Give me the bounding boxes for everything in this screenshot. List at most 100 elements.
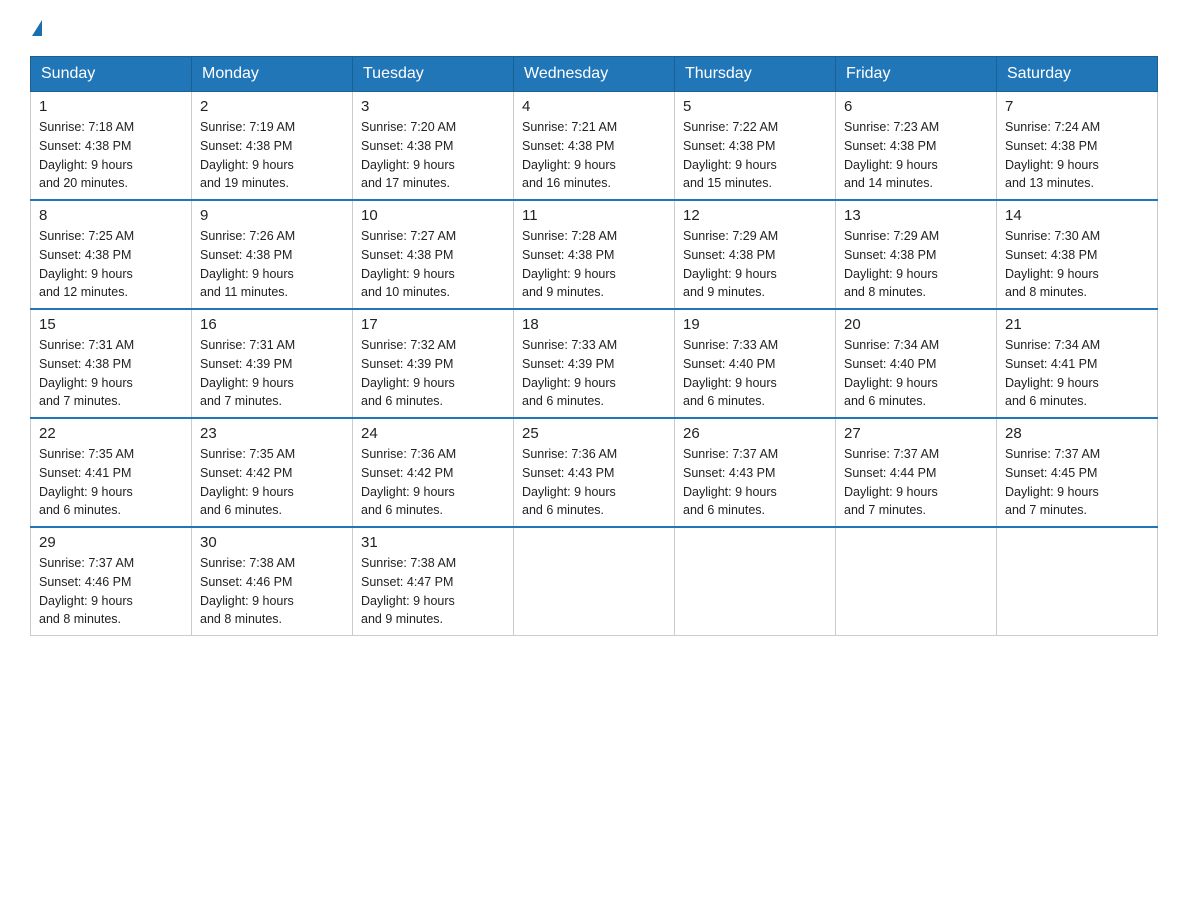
day-cell: 6 Sunrise: 7:23 AM Sunset: 4:38 PM Dayli… — [836, 92, 997, 201]
day-number: 25 — [522, 425, 666, 442]
day-number: 4 — [522, 98, 666, 115]
day-info: Sunrise: 7:34 AM Sunset: 4:40 PM Dayligh… — [844, 336, 988, 411]
day-number: 8 — [39, 207, 183, 224]
week-row-2: 8 Sunrise: 7:25 AM Sunset: 4:38 PM Dayli… — [31, 200, 1158, 309]
week-row-1: 1 Sunrise: 7:18 AM Sunset: 4:38 PM Dayli… — [31, 92, 1158, 201]
day-info: Sunrise: 7:35 AM Sunset: 4:41 PM Dayligh… — [39, 445, 183, 520]
day-cell: 3 Sunrise: 7:20 AM Sunset: 4:38 PM Dayli… — [353, 92, 514, 201]
header-sunday: Sunday — [31, 57, 192, 92]
day-cell: 11 Sunrise: 7:28 AM Sunset: 4:38 PM Dayl… — [514, 200, 675, 309]
day-number: 31 — [361, 534, 505, 551]
header-friday: Friday — [836, 57, 997, 92]
day-cell: 7 Sunrise: 7:24 AM Sunset: 4:38 PM Dayli… — [997, 92, 1158, 201]
day-cell: 10 Sunrise: 7:27 AM Sunset: 4:38 PM Dayl… — [353, 200, 514, 309]
day-cell: 25 Sunrise: 7:36 AM Sunset: 4:43 PM Dayl… — [514, 418, 675, 527]
day-cell: 30 Sunrise: 7:38 AM Sunset: 4:46 PM Dayl… — [192, 527, 353, 636]
day-cell: 18 Sunrise: 7:33 AM Sunset: 4:39 PM Dayl… — [514, 309, 675, 418]
day-info: Sunrise: 7:37 AM Sunset: 4:46 PM Dayligh… — [39, 554, 183, 629]
day-info: Sunrise: 7:36 AM Sunset: 4:42 PM Dayligh… — [361, 445, 505, 520]
day-cell: 9 Sunrise: 7:26 AM Sunset: 4:38 PM Dayli… — [192, 200, 353, 309]
day-number: 6 — [844, 98, 988, 115]
day-info: Sunrise: 7:29 AM Sunset: 4:38 PM Dayligh… — [844, 227, 988, 302]
day-info: Sunrise: 7:38 AM Sunset: 4:47 PM Dayligh… — [361, 554, 505, 629]
week-row-3: 15 Sunrise: 7:31 AM Sunset: 4:38 PM Dayl… — [31, 309, 1158, 418]
day-info: Sunrise: 7:37 AM Sunset: 4:43 PM Dayligh… — [683, 445, 827, 520]
day-cell — [675, 527, 836, 636]
day-number: 12 — [683, 207, 827, 224]
day-number: 18 — [522, 316, 666, 333]
header-saturday: Saturday — [997, 57, 1158, 92]
calendar-table: SundayMondayTuesdayWednesdayThursdayFrid… — [30, 56, 1158, 636]
header-monday: Monday — [192, 57, 353, 92]
logo-triangle-icon — [32, 20, 42, 36]
day-number: 2 — [200, 98, 344, 115]
day-cell: 17 Sunrise: 7:32 AM Sunset: 4:39 PM Dayl… — [353, 309, 514, 418]
day-cell: 5 Sunrise: 7:22 AM Sunset: 4:38 PM Dayli… — [675, 92, 836, 201]
logo — [30, 20, 42, 36]
day-cell: 19 Sunrise: 7:33 AM Sunset: 4:40 PM Dayl… — [675, 309, 836, 418]
day-cell: 12 Sunrise: 7:29 AM Sunset: 4:38 PM Dayl… — [675, 200, 836, 309]
day-cell: 8 Sunrise: 7:25 AM Sunset: 4:38 PM Dayli… — [31, 200, 192, 309]
day-cell: 22 Sunrise: 7:35 AM Sunset: 4:41 PM Dayl… — [31, 418, 192, 527]
week-row-5: 29 Sunrise: 7:37 AM Sunset: 4:46 PM Dayl… — [31, 527, 1158, 636]
day-number: 21 — [1005, 316, 1149, 333]
day-info: Sunrise: 7:22 AM Sunset: 4:38 PM Dayligh… — [683, 118, 827, 193]
day-info: Sunrise: 7:37 AM Sunset: 4:45 PM Dayligh… — [1005, 445, 1149, 520]
day-info: Sunrise: 7:33 AM Sunset: 4:39 PM Dayligh… — [522, 336, 666, 411]
day-info: Sunrise: 7:26 AM Sunset: 4:38 PM Dayligh… — [200, 227, 344, 302]
day-number: 9 — [200, 207, 344, 224]
day-info: Sunrise: 7:31 AM Sunset: 4:38 PM Dayligh… — [39, 336, 183, 411]
day-number: 30 — [200, 534, 344, 551]
day-number: 5 — [683, 98, 827, 115]
day-cell: 28 Sunrise: 7:37 AM Sunset: 4:45 PM Dayl… — [997, 418, 1158, 527]
day-number: 28 — [1005, 425, 1149, 442]
day-info: Sunrise: 7:33 AM Sunset: 4:40 PM Dayligh… — [683, 336, 827, 411]
day-info: Sunrise: 7:24 AM Sunset: 4:38 PM Dayligh… — [1005, 118, 1149, 193]
day-number: 10 — [361, 207, 505, 224]
header-tuesday: Tuesday — [353, 57, 514, 92]
header-thursday: Thursday — [675, 57, 836, 92]
day-info: Sunrise: 7:28 AM Sunset: 4:38 PM Dayligh… — [522, 227, 666, 302]
day-info: Sunrise: 7:23 AM Sunset: 4:38 PM Dayligh… — [844, 118, 988, 193]
day-cell — [514, 527, 675, 636]
day-info: Sunrise: 7:35 AM Sunset: 4:42 PM Dayligh… — [200, 445, 344, 520]
day-number: 26 — [683, 425, 827, 442]
day-number: 3 — [361, 98, 505, 115]
week-row-4: 22 Sunrise: 7:35 AM Sunset: 4:41 PM Dayl… — [31, 418, 1158, 527]
day-info: Sunrise: 7:32 AM Sunset: 4:39 PM Dayligh… — [361, 336, 505, 411]
day-number: 20 — [844, 316, 988, 333]
day-number: 14 — [1005, 207, 1149, 224]
day-cell: 21 Sunrise: 7:34 AM Sunset: 4:41 PM Dayl… — [997, 309, 1158, 418]
day-info: Sunrise: 7:20 AM Sunset: 4:38 PM Dayligh… — [361, 118, 505, 193]
day-info: Sunrise: 7:25 AM Sunset: 4:38 PM Dayligh… — [39, 227, 183, 302]
day-cell: 2 Sunrise: 7:19 AM Sunset: 4:38 PM Dayli… — [192, 92, 353, 201]
day-cell: 13 Sunrise: 7:29 AM Sunset: 4:38 PM Dayl… — [836, 200, 997, 309]
day-info: Sunrise: 7:38 AM Sunset: 4:46 PM Dayligh… — [200, 554, 344, 629]
day-cell: 24 Sunrise: 7:36 AM Sunset: 4:42 PM Dayl… — [353, 418, 514, 527]
day-number: 13 — [844, 207, 988, 224]
day-cell: 1 Sunrise: 7:18 AM Sunset: 4:38 PM Dayli… — [31, 92, 192, 201]
day-cell: 29 Sunrise: 7:37 AM Sunset: 4:46 PM Dayl… — [31, 527, 192, 636]
day-cell: 16 Sunrise: 7:31 AM Sunset: 4:39 PM Dayl… — [192, 309, 353, 418]
day-info: Sunrise: 7:31 AM Sunset: 4:39 PM Dayligh… — [200, 336, 344, 411]
calendar-header-row: SundayMondayTuesdayWednesdayThursdayFrid… — [31, 57, 1158, 92]
day-info: Sunrise: 7:34 AM Sunset: 4:41 PM Dayligh… — [1005, 336, 1149, 411]
day-cell: 31 Sunrise: 7:38 AM Sunset: 4:47 PM Dayl… — [353, 527, 514, 636]
day-info: Sunrise: 7:29 AM Sunset: 4:38 PM Dayligh… — [683, 227, 827, 302]
day-cell: 20 Sunrise: 7:34 AM Sunset: 4:40 PM Dayl… — [836, 309, 997, 418]
day-number: 17 — [361, 316, 505, 333]
day-cell — [997, 527, 1158, 636]
day-cell: 15 Sunrise: 7:31 AM Sunset: 4:38 PM Dayl… — [31, 309, 192, 418]
day-info: Sunrise: 7:21 AM Sunset: 4:38 PM Dayligh… — [522, 118, 666, 193]
day-cell — [836, 527, 997, 636]
header-wednesday: Wednesday — [514, 57, 675, 92]
day-number: 22 — [39, 425, 183, 442]
page-header — [30, 20, 1158, 36]
day-number: 19 — [683, 316, 827, 333]
day-info: Sunrise: 7:19 AM Sunset: 4:38 PM Dayligh… — [200, 118, 344, 193]
day-cell: 23 Sunrise: 7:35 AM Sunset: 4:42 PM Dayl… — [192, 418, 353, 527]
day-info: Sunrise: 7:30 AM Sunset: 4:38 PM Dayligh… — [1005, 227, 1149, 302]
day-cell: 14 Sunrise: 7:30 AM Sunset: 4:38 PM Dayl… — [997, 200, 1158, 309]
day-info: Sunrise: 7:36 AM Sunset: 4:43 PM Dayligh… — [522, 445, 666, 520]
day-number: 15 — [39, 316, 183, 333]
